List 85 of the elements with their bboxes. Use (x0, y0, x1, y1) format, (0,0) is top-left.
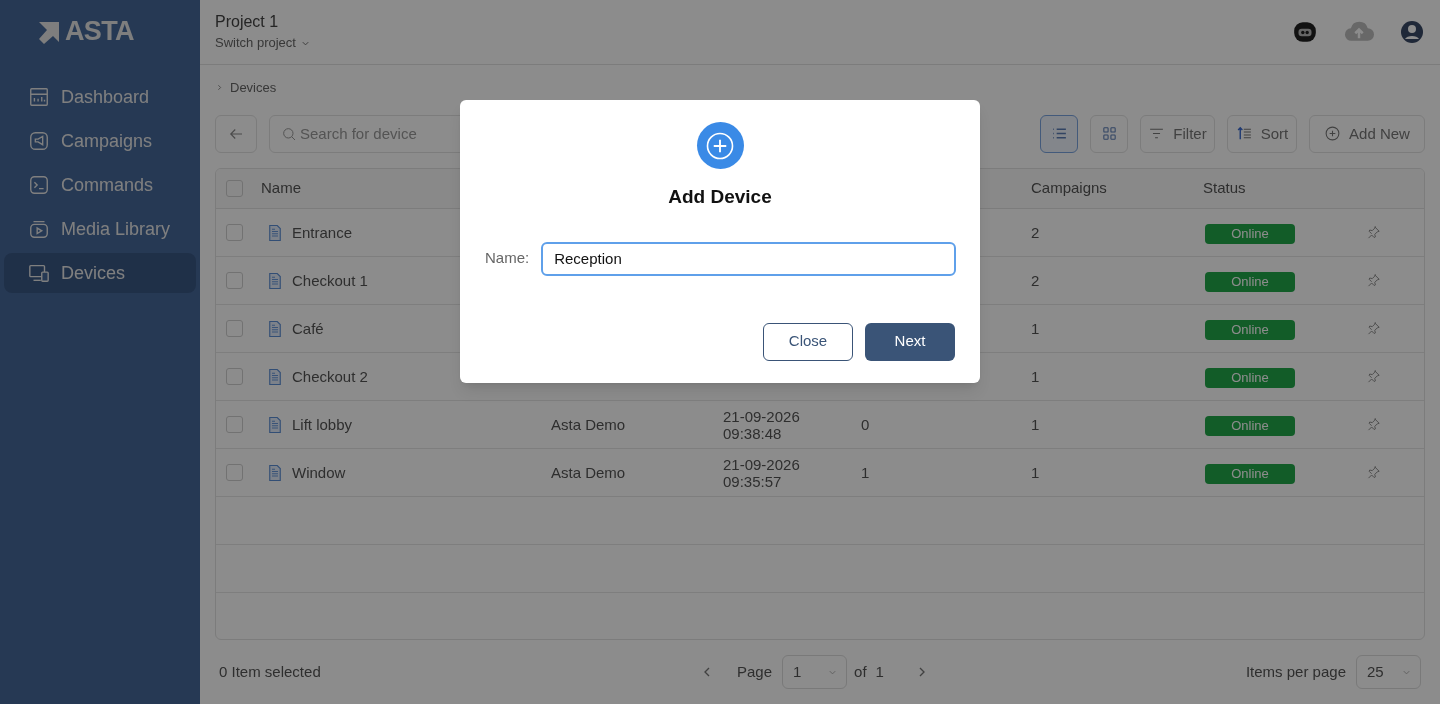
checkbox[interactable] (226, 224, 243, 242)
document-icon (266, 367, 284, 386)
items-per-page-label: Items per page (1245, 661, 1346, 682)
search-icon (281, 125, 297, 142)
column-header: Campaigns (1031, 179, 1107, 197)
arrow-logo-icon (37, 19, 61, 44)
table-cell: Asta Demo (551, 415, 626, 433)
of-label: of (854, 661, 867, 682)
table-cell: 2 (1031, 223, 1040, 241)
document-icon (266, 271, 284, 290)
checkbox[interactable] (226, 416, 243, 434)
sidebar-item[interactable]: Devices (4, 253, 196, 293)
table-cell: Asta Demo (551, 463, 626, 481)
device-name: Checkout 2 (292, 366, 368, 387)
status-badge: Online (1205, 223, 1295, 244)
device-name: Entrance (292, 222, 353, 243)
dialog-title: Add Device (668, 185, 772, 209)
pin-icon[interactable] (1366, 417, 1381, 433)
add-new-button[interactable]: Add New (1309, 114, 1425, 153)
checkbox[interactable] (226, 464, 243, 482)
page-label: Page (737, 661, 773, 682)
breadcrumb-link[interactable]: Devices (230, 78, 277, 98)
table-cell: 1 (1031, 319, 1040, 337)
table-cell: 1 (1031, 463, 1040, 481)
field-label: Name: (485, 248, 530, 269)
table-cell: 0 (861, 415, 870, 433)
device-name: Checkout 1 (292, 270, 368, 291)
project-title: Project 1 (215, 12, 280, 33)
filter-button[interactable]: Filter (1140, 114, 1215, 153)
table-cell-text: 21-09-2026 09:35:57 (723, 455, 801, 490)
page-count: 1 (875, 661, 884, 682)
document-icon (266, 223, 284, 242)
table-cell: 2 (1031, 271, 1040, 289)
pin-icon[interactable] (1366, 321, 1381, 337)
sidebar-item[interactable]: Dashboard (4, 77, 196, 117)
checkbox[interactable] (226, 368, 243, 386)
sidebar-item[interactable]: Media Library (4, 209, 196, 249)
plus-icon (705, 130, 735, 161)
chart-icon (28, 86, 50, 108)
column-header: Name (261, 179, 301, 197)
robot-icon[interactable] (1292, 19, 1318, 45)
chevron-right-icon (215, 83, 224, 93)
sort-button[interactable]: Sort (1227, 114, 1297, 153)
device-name: Café (292, 318, 324, 339)
sidebar-item[interactable]: Campaigns (4, 121, 196, 161)
logo-text: ASTA (65, 18, 134, 45)
media-icon (28, 218, 50, 240)
status-badge: Online (1205, 415, 1295, 436)
pin-icon[interactable] (1366, 465, 1381, 481)
device-name: Lift lobby (292, 414, 353, 435)
user-avatar-icon[interactable] (1400, 20, 1424, 44)
sidebar-item[interactable]: Commands (4, 165, 196, 205)
name-input-field[interactable]: Reception (541, 241, 956, 276)
status-badge: Online (1205, 319, 1295, 340)
list-view-button[interactable] (1040, 114, 1078, 153)
pin-icon[interactable] (1366, 225, 1381, 241)
switch-project-link[interactable]: Switch project (215, 33, 311, 53)
grid-icon (1100, 125, 1118, 143)
terminal-icon (28, 174, 50, 196)
document-icon (266, 463, 284, 482)
devices-icon (28, 262, 50, 284)
status-badge: Online (1205, 271, 1295, 292)
table-cell: 1 (861, 463, 870, 481)
document-icon (266, 319, 284, 338)
plus-circle-icon (1324, 125, 1342, 143)
checkbox[interactable] (226, 272, 243, 290)
next-button[interactable]: Next (865, 322, 955, 361)
checkbox[interactable] (226, 320, 243, 338)
table-cell: 1 (1031, 415, 1040, 433)
pin-icon[interactable] (1366, 369, 1381, 385)
megaphone-icon (28, 130, 50, 152)
document-icon (266, 415, 284, 434)
status-badge: Online (1205, 463, 1295, 484)
selection-count: 0 Item selected (219, 661, 322, 682)
device-name: Window (292, 462, 346, 483)
column-header: Status (1203, 179, 1246, 197)
items-per-page-select[interactable]: 25 (1356, 655, 1421, 690)
table-cell-text: 21-09-2026 09:38:48 (723, 407, 801, 442)
pin-icon[interactable] (1366, 273, 1381, 289)
grid-view-button[interactable] (1090, 114, 1128, 153)
back-button[interactable] (215, 114, 257, 153)
page-select[interactable]: 1 (782, 655, 848, 690)
table-cell: 1 (1031, 367, 1040, 385)
close-button[interactable]: Close (763, 322, 853, 361)
status-badge: Online (1205, 367, 1295, 388)
